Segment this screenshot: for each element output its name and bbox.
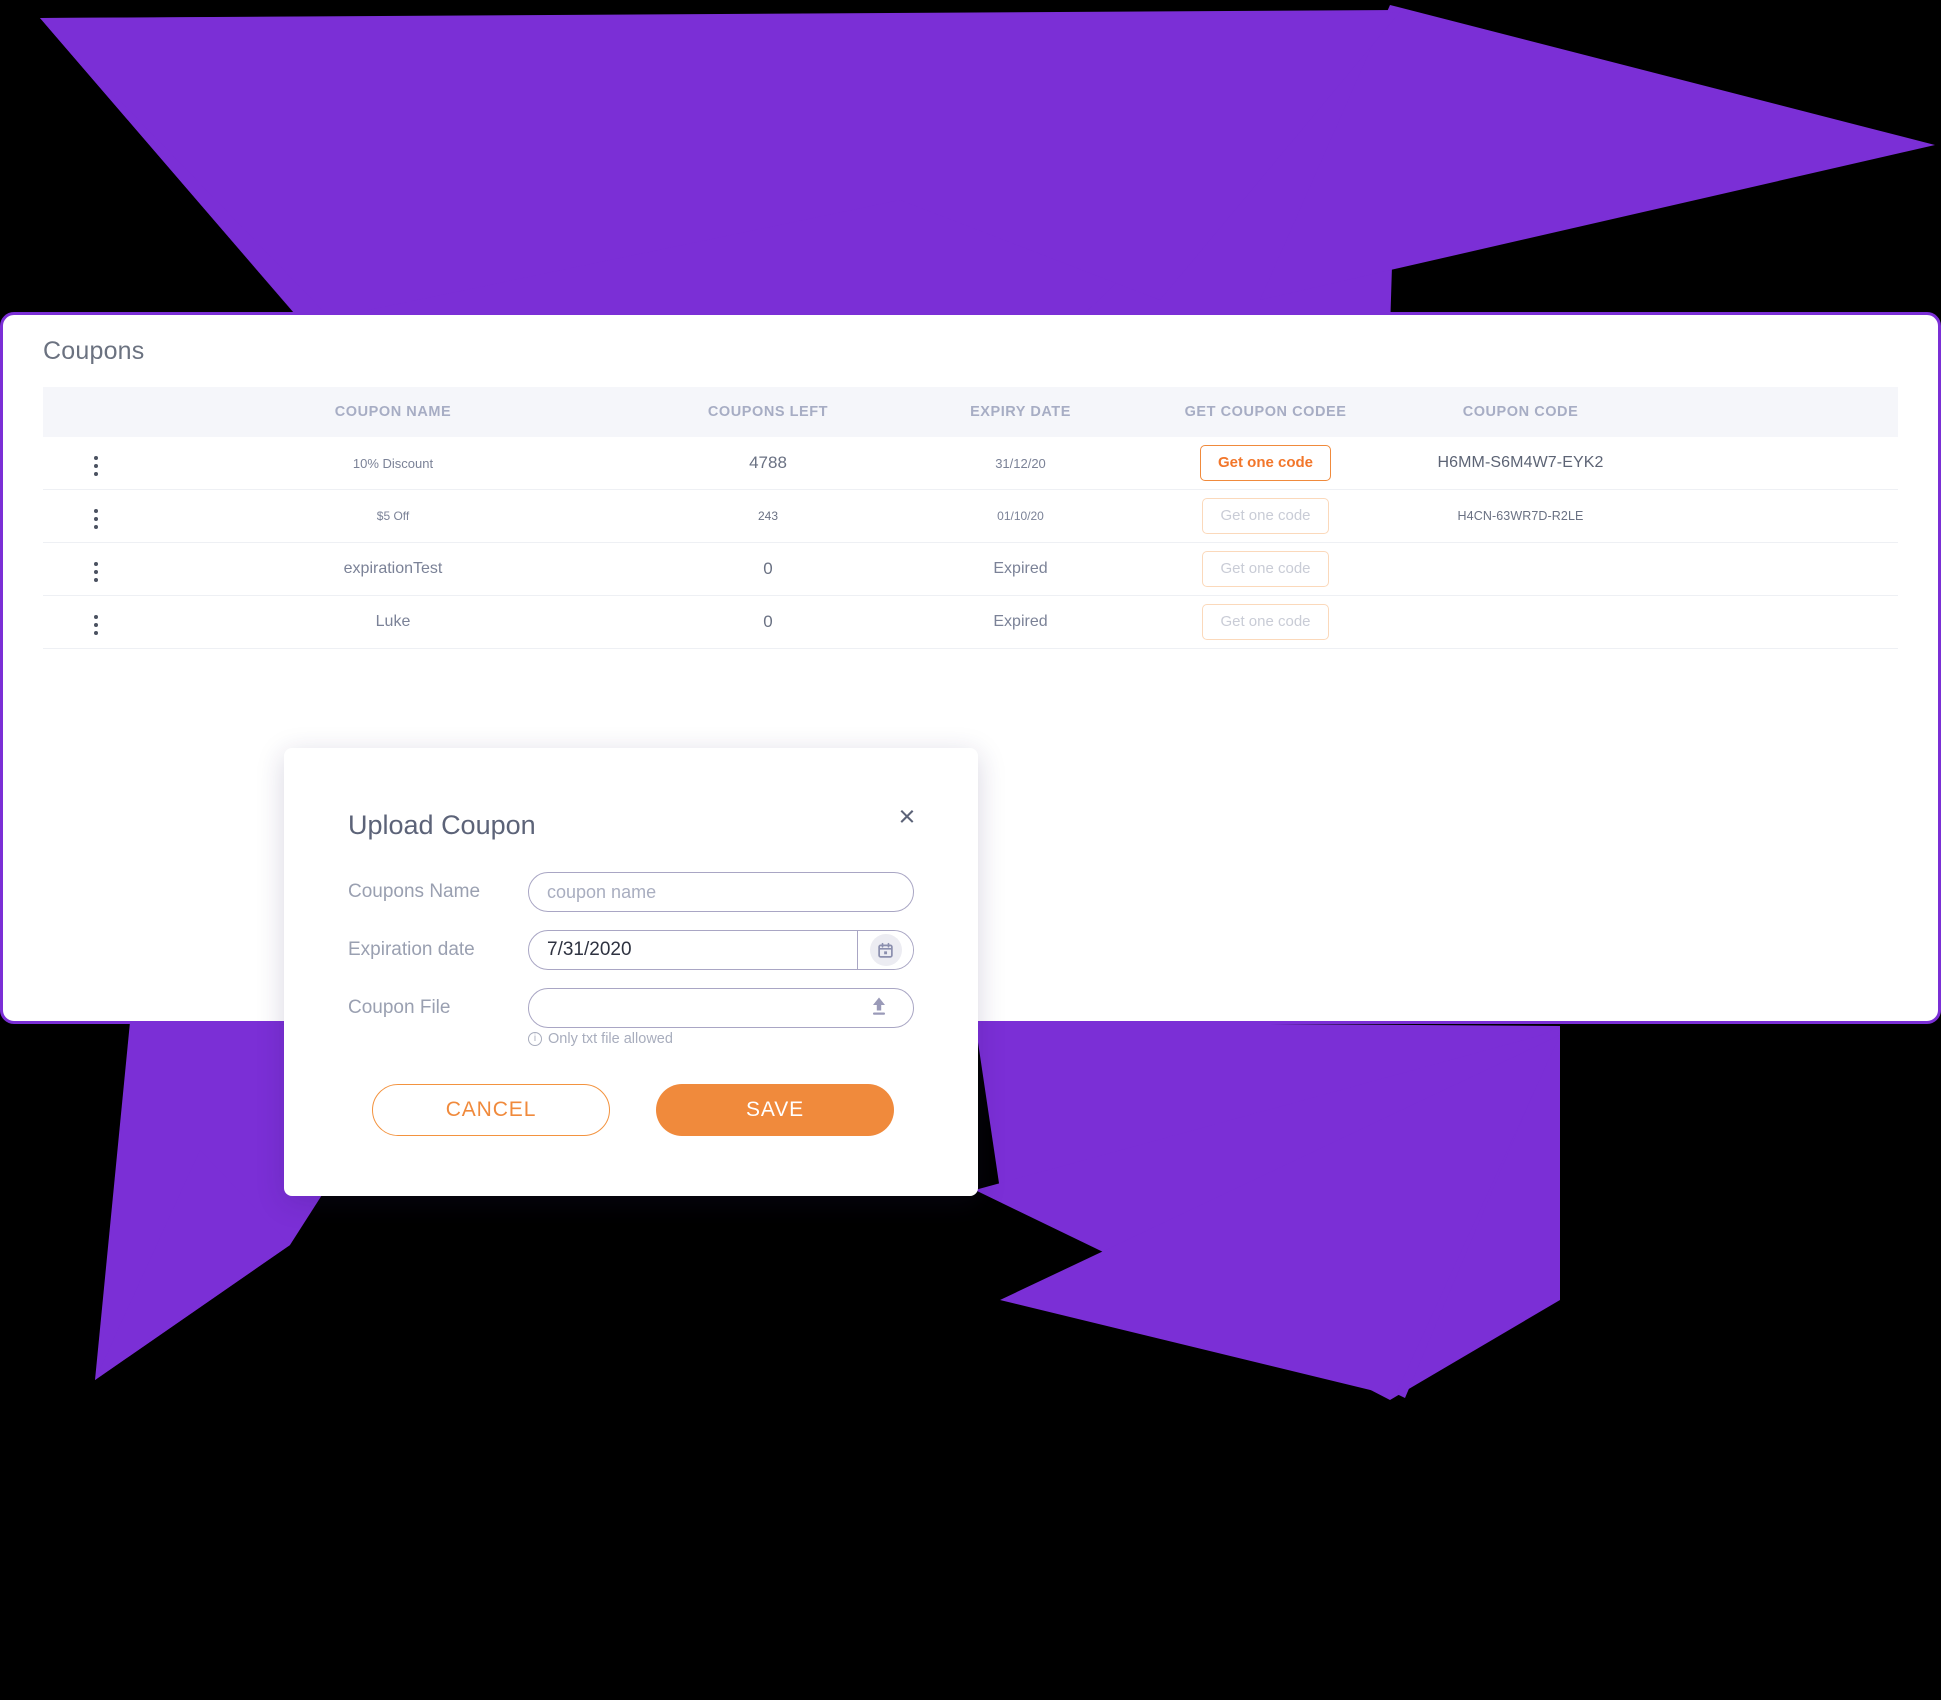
close-icon[interactable]: ×	[890, 800, 924, 834]
cell-expiry-date: Expired	[993, 613, 1048, 630]
calendar-icon	[869, 934, 902, 966]
cell-coupon-name: expirationTest	[343, 560, 443, 577]
column-header-expiry-date: EXPIRY DATE	[970, 404, 1071, 420]
table-row: Luke 0 Expired Get one code	[43, 596, 1898, 649]
row-menu-cell	[43, 500, 148, 533]
cell-coupons-left: 0	[763, 559, 773, 578]
coupon-file-hint-text: Only txt file allowed	[548, 1031, 673, 1047]
cell-coupons-left: 4788	[749, 453, 787, 472]
expiration-date-input[interactable]: 7/31/2020	[529, 939, 857, 961]
column-header-coupon-code: COUPON CODE	[1462, 404, 1579, 420]
coupon-file-input[interactable]	[528, 988, 914, 1028]
table-row: expirationTest 0 Expired Get one code	[43, 543, 1898, 596]
row-options-kebab-icon[interactable]	[85, 611, 107, 639]
cell-get-code: Get one code	[1143, 603, 1388, 641]
cell-expiry-date: Expired	[993, 560, 1048, 577]
coupon-file-field-wrap	[528, 988, 928, 1028]
row-menu-cell	[43, 606, 148, 639]
cell-coupon-name: 10% Discount	[352, 455, 434, 471]
cancel-button[interactable]: CANCEL	[372, 1084, 610, 1136]
row-menu-cell	[43, 553, 148, 586]
info-icon: i	[528, 1032, 542, 1046]
save-button[interactable]: SAVE	[656, 1084, 894, 1136]
table-row: $5 Off 243 01/10/20 Get one code H4CN-63…	[43, 490, 1898, 543]
cell-coupon-code: H6MM-S6M4W7-EYK2	[1437, 454, 1604, 471]
date-picker-button[interactable]	[857, 931, 913, 969]
cell-coupon-name: Luke	[375, 613, 411, 630]
expiration-date-control: 7/31/2020	[528, 930, 914, 970]
row-options-kebab-icon[interactable]	[85, 505, 107, 533]
coupon-name-row: Coupons Name coupon name	[348, 872, 928, 912]
column-header-get-coupon-code: GET COUPON CODEE	[1184, 404, 1347, 420]
row-options-kebab-icon[interactable]	[85, 558, 107, 586]
table-body: 10% Discount 4788 31/12/20 Get one code …	[43, 437, 1898, 649]
dialog-title: Upload Coupon	[348, 810, 536, 840]
cell-expiry-date: 01/10/20	[997, 509, 1044, 523]
coupon-name-input[interactable]: coupon name	[528, 872, 914, 912]
get-one-code-button[interactable]: Get one code	[1202, 497, 1329, 535]
expiration-date-field-wrap: 7/31/2020	[528, 930, 928, 970]
coupon-name-field-wrap: coupon name	[528, 872, 928, 912]
cell-coupons-left: 243	[757, 509, 779, 523]
row-menu-cell	[43, 447, 148, 480]
row-options-kebab-icon[interactable]	[85, 452, 107, 480]
cell-coupons-left: 0	[763, 612, 773, 631]
table-header-row: COUPON NAME COUPONS LEFT EXPIRY DATE GET…	[43, 387, 1898, 437]
screenshot-root: Coupons COUPON NAME COUPONS LEFT EXPIRY …	[0, 0, 1941, 1700]
expiration-date-label: Expiration date	[348, 939, 475, 960]
page-title: Coupons	[43, 337, 145, 365]
column-header-coupon-name: COUPON NAME	[334, 404, 452, 420]
dialog-actions: CANCEL SAVE	[372, 1084, 894, 1136]
cell-expiry-date: 31/12/20	[995, 455, 1046, 471]
cell-get-code: Get one code	[1143, 497, 1388, 535]
cell-coupon-code: H4CN-63WR7D-R2LE	[1457, 509, 1584, 523]
get-one-code-button[interactable]: Get one code	[1199, 444, 1332, 482]
cell-get-code: Get one code	[1143, 444, 1388, 482]
coupon-file-label: Coupon File	[348, 997, 451, 1018]
coupon-name-label: Coupons Name	[348, 881, 481, 902]
table-row: 10% Discount 4788 31/12/20 Get one code …	[43, 437, 1898, 490]
cell-coupon-name: $5 Off	[376, 509, 410, 523]
column-header-coupons-left: COUPONS LEFT	[707, 404, 829, 420]
coupon-file-row: Coupon File	[348, 988, 928, 1028]
get-one-code-button[interactable]: Get one code	[1202, 550, 1329, 588]
coupons-table: COUPON NAME COUPONS LEFT EXPIRY DATE GET…	[43, 387, 1898, 649]
upload-icon	[867, 994, 891, 1023]
upload-coupon-dialog: Upload Coupon × Coupons Name coupon name…	[284, 748, 978, 1196]
get-one-code-button[interactable]: Get one code	[1202, 603, 1329, 641]
cell-get-code: Get one code	[1143, 550, 1388, 588]
coupon-file-hint: i Only txt file allowed	[528, 1031, 673, 1047]
expiration-date-row: Expiration date 7/31/2020	[348, 930, 928, 970]
